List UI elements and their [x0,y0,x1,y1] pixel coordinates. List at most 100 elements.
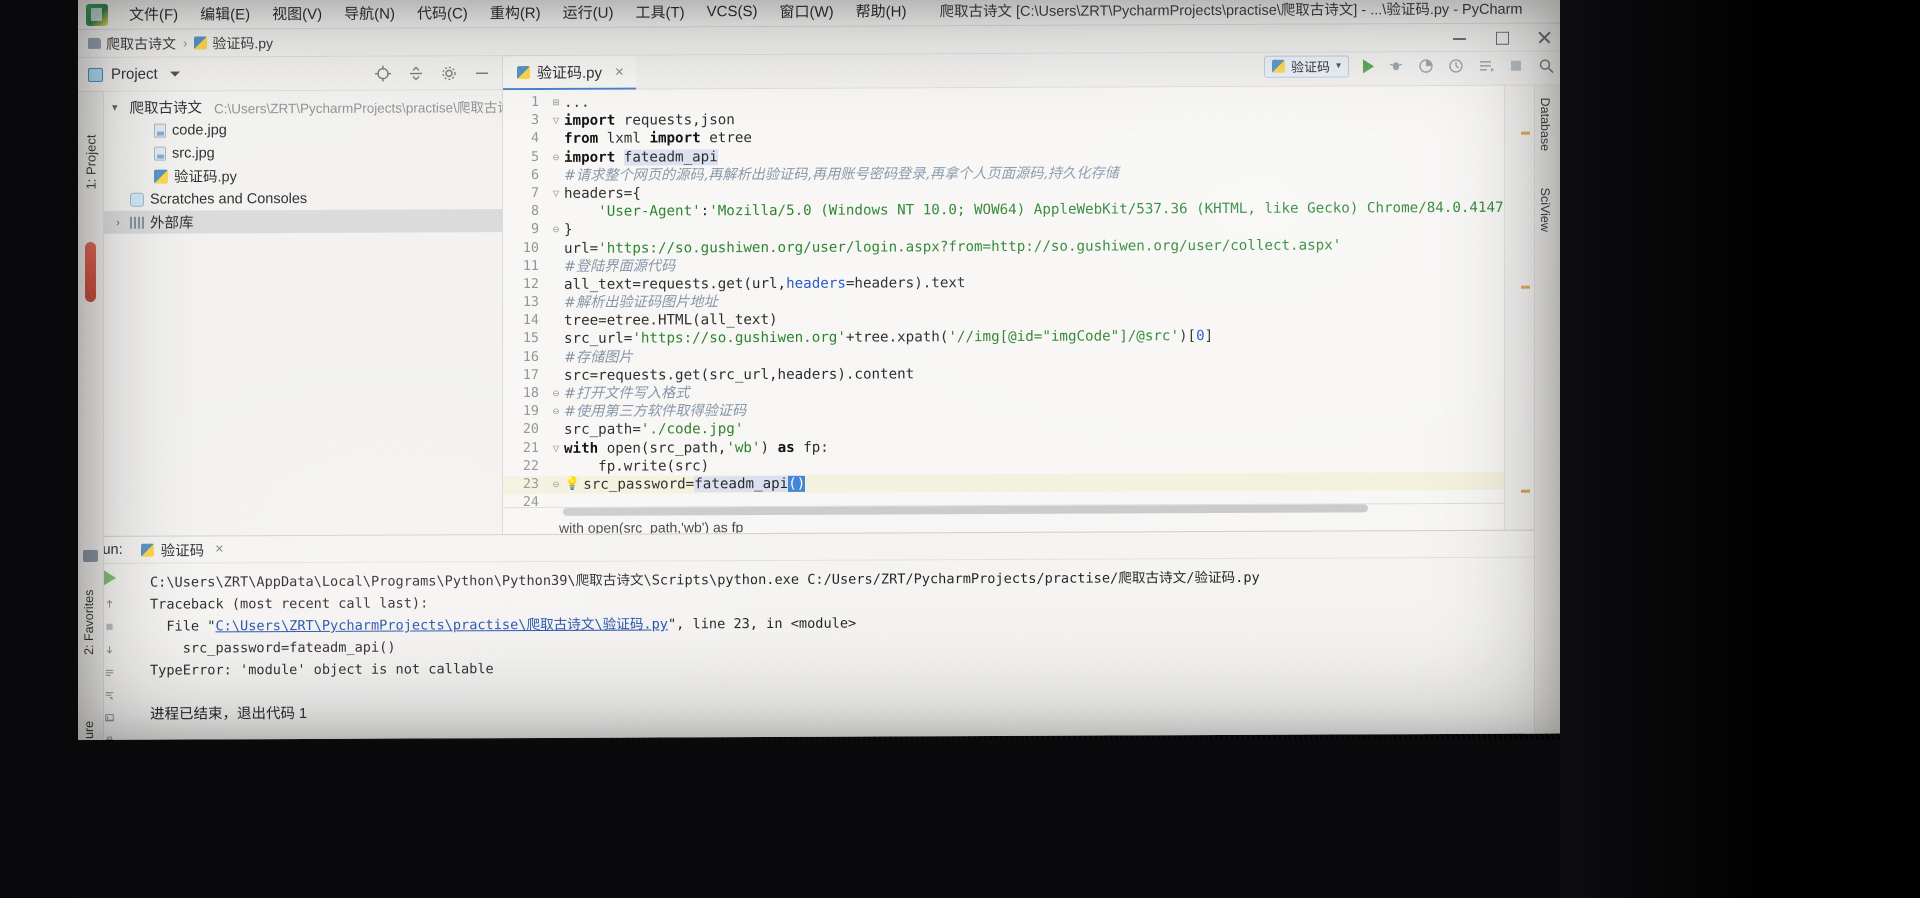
console-output[interactable]: C:\Users\ZRT\AppData\Local\Programs\Pyth… [140,558,1560,740]
chevron-down-icon[interactable]: ▾ [112,101,118,114]
code-text: #登陆界面源代码 [564,257,675,276]
fold-toggle-icon[interactable]: ⊞ [548,94,564,112]
breadcrumb-project-label: 爬取古诗文 [106,35,176,52]
breadcrumb-project[interactable]: 爬取古诗文 [88,33,176,53]
code-editor[interactable]: 1 ⊞... 3 ▽ import requests,json 4 from lxml im… [503,85,1504,535]
code-token: from [564,131,607,148]
editor-right-gutter[interactable] [1504,85,1534,530]
fold-toggle-icon[interactable]: ⊖ [548,403,564,421]
run-icon[interactable] [1363,58,1374,73]
fold-toggle-icon[interactable]: ⊖ [548,385,564,403]
menu-edit[interactable]: 编辑(E) [189,0,261,27]
project-tool-header[interactable]: Project [78,55,503,92]
chevron-down-icon[interactable]: ▾ [1336,60,1341,71]
sidebar-item-project[interactable]: 1: Project [84,117,99,189]
fold-toggle-icon[interactable]: ⊖ [548,476,564,494]
code-token: +tree.xpath( [845,329,949,347]
coverage-icon[interactable] [1418,58,1434,74]
project-tree-panel[interactable]: ▾ 爬取古诗文 C:\Users\ZRT\PycharmProjects\pract… [104,90,524,536]
sidebar-item-sciview[interactable]: SciView [1538,188,1552,258]
tree-row[interactable]: ▾ 爬取古诗文 C:\Users\ZRT\PycharmProjects\pract… [104,94,524,119]
console-file-link[interactable]: C:\Users\ZRT\PycharmProjects\practise\爬取… [215,616,667,634]
right-tool-rail: Database SciView [1534,85,1560,734]
menu-help[interactable]: 帮助(H) [845,0,918,25]
run-panel-tab-label: 验证码 [160,542,205,560]
gutter-marker [1521,131,1530,135]
fold-toggle-icon[interactable]: ▽ [548,185,564,203]
fold-toggle-icon[interactable]: ⊖ [548,221,564,239]
code-token: #登陆界面源代码 [564,258,676,275]
line-number: 14 [522,313,539,329]
code-token: src=requests.get(src_url,headers).conten… [564,366,915,384]
code-token: lxml [606,130,650,148]
run-configuration-selector[interactable]: 验证码 ▾ [1263,54,1349,78]
close-icon[interactable] [1536,30,1552,46]
fold-toggle-icon[interactable]: ▽ [548,112,564,130]
minimize-icon[interactable] [1452,30,1468,46]
menu-tools[interactable]: 工具(T) [624,0,695,26]
sidebar-item-favorites[interactable]: 2: Favorites [82,583,96,655]
tree-row[interactable]: src.jpg [104,140,502,165]
breadcrumb-file[interactable]: 验证码.py [194,33,273,53]
code-token: requests,json [623,112,735,129]
more-run-icon[interactable] [1478,57,1494,73]
menu-vcs[interactable]: VCS(S) [696,0,769,23]
run-panel-tab[interactable]: 验证码 × [133,537,232,562]
debug-icon[interactable] [1388,58,1404,74]
code-token: headers [786,275,846,292]
run-tab-close-icon[interactable]: × [215,541,223,557]
code-token: ) [760,439,778,456]
chevron-down-icon[interactable] [169,71,180,77]
line-number: 16 [522,349,539,365]
external-libraries-icon [130,216,144,229]
fold-toggle-icon[interactable]: ▽ [548,439,564,457]
code-lines[interactable]: 1 ⊞... 3 ▽ import requests,json 4 from lxml im… [503,86,1504,513]
code-token: () [788,475,806,492]
menu-window[interactable]: 窗口(W) [768,0,844,25]
menu-run[interactable]: 运行(U) [552,0,625,26]
menu-view[interactable]: 视图(V) [261,0,333,27]
tree-row[interactable]: code.jpg [104,117,502,142]
menu-refactor[interactable]: 重构(R) [479,0,552,26]
gear-icon[interactable] [441,65,457,81]
code-token: fateadm_api [694,475,789,493]
code-token: import [649,130,710,147]
menu-navigate[interactable]: 导航(N) [333,0,406,27]
stop-icon[interactable] [1508,57,1524,73]
tree-row[interactable]: 验证码.py [104,163,502,188]
code-token: src_path= [564,421,641,439]
chevron-right-icon[interactable]: › [112,216,124,228]
fold-toggle-icon[interactable]: ⊖ [548,148,564,166]
collapse-all-icon[interactable] [408,65,424,81]
sidebar-item-database[interactable]: Database [1538,98,1552,168]
code-token: 0 [1196,328,1205,345]
window-controls [1452,24,1552,52]
monitor-bezel-left [0,0,78,898]
code-token: ... [564,94,590,111]
tree-row[interactable]: › 外部库 [104,209,502,234]
left-tool-rail: 1: Project 2: Favorites ure [78,91,104,741]
editor-tab-验证码[interactable]: 验证码.py × [503,56,636,90]
code-text: } [564,221,573,239]
tree-row[interactable]: Scratches and Consoles [104,186,502,211]
locate-icon[interactable] [375,65,391,82]
maximize-icon[interactable] [1494,30,1510,46]
rerun-icon[interactable] [102,569,116,586]
hide-panel-icon[interactable] [474,65,490,81]
monitor-bezel-right [1560,0,1920,898]
line-number: 21 [522,440,539,456]
tree-item-label: code.jpg [172,121,227,139]
profile-icon[interactable] [1448,57,1464,73]
sidebar-item-structure[interactable]: ure [82,683,96,739]
tab-close-icon[interactable]: × [615,63,624,80]
line-number: 6 [530,167,539,183]
code-token: import [564,112,624,130]
search-icon[interactable] [1538,57,1554,73]
intention-bulb-icon[interactable]: 💡 [564,476,580,494]
code-text: src=requests.get(src_url,headers).conten… [564,365,914,385]
line-number: 12 [522,276,539,292]
menu-file[interactable]: 文件(F) [118,1,189,28]
screen-photo: 文件(F) 编辑(E) 视图(V) 导航(N) 代码(C) 重构(R) 运行(U) 工具(T)… [0,0,1920,898]
line-number: 24 [522,495,539,511]
menu-code[interactable]: 代码(C) [406,0,479,27]
